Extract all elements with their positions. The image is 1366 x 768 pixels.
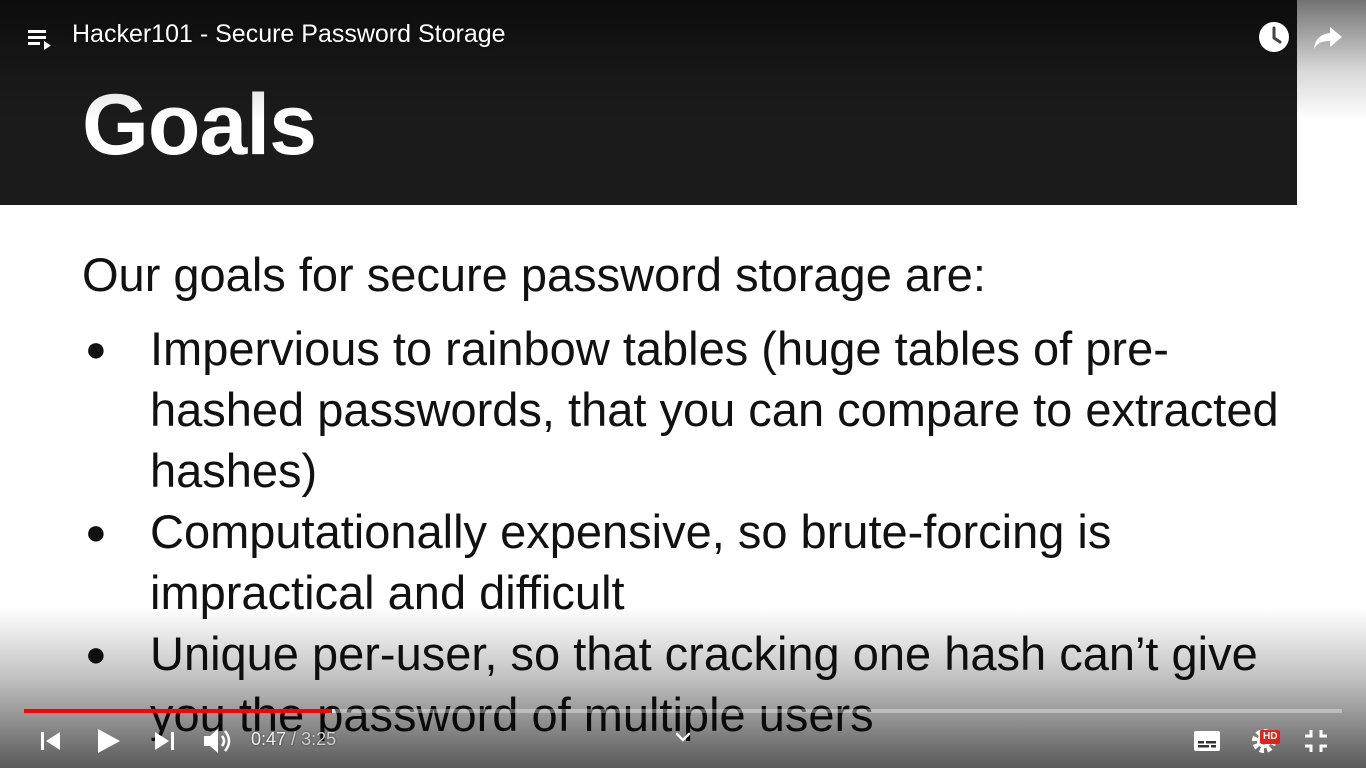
exit-fullscreen-button[interactable] (1298, 722, 1334, 760)
skip-next-icon (151, 728, 177, 754)
play-button[interactable] (90, 722, 126, 760)
current-time: 0:47 (251, 729, 287, 749)
time-display: 0:47 / 3:25 (251, 729, 336, 750)
progress-played (24, 709, 333, 713)
share-icon (1310, 19, 1346, 55)
subtitles-icon (1192, 729, 1222, 753)
play-icon (94, 726, 122, 756)
share-button[interactable] (1310, 19, 1346, 55)
slide-title: Goals (82, 77, 317, 173)
slide-bullet: ● Computationally expensive, so brute-fo… (80, 501, 1280, 623)
bullet-dot: ● (85, 633, 107, 674)
bullet-dot: ● (85, 511, 107, 552)
clock-icon (1256, 19, 1292, 55)
playlist-button[interactable] (24, 22, 56, 54)
slide-margin (1297, 0, 1366, 768)
volume-icon (201, 726, 235, 756)
subtitles-button[interactable] (1188, 722, 1226, 760)
next-button[interactable] (146, 722, 182, 760)
slide-intro: Our goals for secure password storage ar… (82, 248, 986, 301)
bullet-text: Unique per-user, so that cracking one ha… (150, 627, 1258, 741)
bullet-text: Impervious to rainbow tables (huge table… (150, 322, 1279, 497)
chevron-down-icon (670, 726, 696, 748)
exit-fullscreen-icon (1302, 727, 1330, 755)
player-top-bar: Hacker101 - Secure Password Storage (0, 0, 1366, 72)
watch-later-button[interactable] (1256, 19, 1292, 55)
previous-button[interactable] (34, 722, 68, 760)
progress-bar[interactable] (24, 707, 1342, 715)
hd-badge: HD (1260, 730, 1281, 744)
duration: 3:25 (301, 729, 337, 749)
bullet-dot: ● (85, 328, 107, 369)
chevron-down-button[interactable] (670, 726, 696, 748)
bullet-text: Computationally expensive, so brute-forc… (150, 505, 1112, 619)
slide-bullet-list: ● Impervious to rainbow tables (huge tab… (80, 318, 1280, 745)
video-title[interactable]: Hacker101 - Secure Password Storage (72, 20, 506, 49)
time-separator: / (286, 729, 302, 749)
skip-previous-icon (38, 728, 64, 754)
slide-bullet: ● Impervious to rainbow tables (huge tab… (80, 318, 1280, 501)
playlist-icon (24, 22, 56, 54)
volume-button[interactable] (198, 722, 238, 760)
